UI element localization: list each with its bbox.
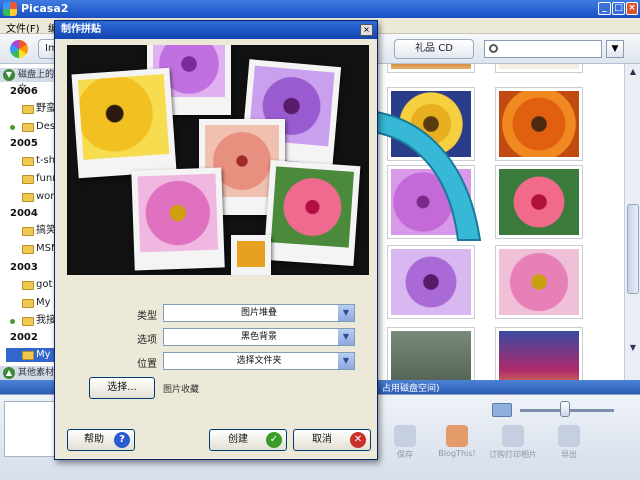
location-select[interactable]: 选择文件夹 ▼: [163, 352, 355, 370]
close-window-button[interactable]: ×: [626, 2, 638, 15]
folder-icon: [22, 281, 34, 290]
window-title: Picasa2: [21, 2, 69, 15]
folder-icon: [22, 227, 34, 236]
collage-photo: [71, 67, 177, 179]
choose-button[interactable]: 选择...: [89, 377, 155, 399]
picasa-window: Picasa2 _ □ × 文件(F) 编 Im 礼品 CD ▼ ▼ 磁盘上的文…: [0, 0, 640, 480]
scroll-thumb[interactable]: [627, 204, 639, 294]
dialog-title: 制作拼贴: [55, 21, 377, 39]
order-prints-button[interactable]: 订购打印相片: [488, 425, 538, 471]
option-select[interactable]: 黑色背景 ▼: [163, 328, 355, 346]
help-icon: ?: [114, 432, 130, 448]
year-2006: 2006: [10, 86, 38, 97]
export-icon: [558, 425, 580, 447]
collage-preview: [67, 45, 369, 275]
dialog-close-button[interactable]: ×: [360, 24, 373, 36]
chevron-down-icon: ▼: [338, 353, 354, 369]
zoom-slider-knob[interactable]: [560, 401, 570, 417]
menu-file[interactable]: 文件(F): [6, 20, 40, 35]
blogthis-button[interactable]: BlogThis!: [432, 425, 482, 471]
print-icon: [502, 425, 524, 447]
collection-path: 图片收藏: [163, 385, 200, 395]
collage-photo: [231, 235, 271, 275]
folder-item-selected[interactable]: My F: [6, 348, 59, 362]
check-icon: ✓: [266, 432, 282, 448]
title-bar: Picasa2 _ □ ×: [0, 0, 640, 18]
photo-thumbnail[interactable]: [496, 328, 582, 380]
picasa-logo-icon: [3, 2, 17, 16]
picasa-colorwheel-icon[interactable]: [10, 40, 28, 58]
folder-panel: ▼ 磁盘上的文 2006 野蛮 Desk 2005 t-shi funn wor…: [0, 64, 60, 380]
chevron-down-icon: ▼: [338, 329, 354, 345]
collage-photo: [131, 167, 225, 271]
photo-thumbnail[interactable]: [388, 328, 474, 380]
vertical-scrollbar[interactable]: ▲ ▼: [624, 64, 640, 380]
folder-icon: [22, 157, 34, 166]
folder-icon: [22, 317, 34, 326]
photo-thumbnail[interactable]: [388, 246, 474, 318]
gift-cd-button[interactable]: 礼品 CD: [394, 39, 474, 59]
location-label: 位置: [137, 359, 157, 370]
folder-icon: [22, 351, 34, 360]
year-2005: 2005: [10, 138, 38, 149]
cancel-icon: ✕: [350, 432, 366, 448]
folder-icon: [22, 245, 34, 254]
year-2002: 2002: [10, 332, 38, 343]
zoom-icon: [492, 403, 512, 417]
folder-icon: [22, 123, 34, 132]
scroll-down-icon[interactable]: ▼: [627, 342, 639, 354]
option-label: 选项: [137, 335, 157, 346]
export-button[interactable]: 导出: [544, 425, 594, 471]
chevron-down-icon: ▼: [338, 305, 354, 321]
search-input[interactable]: [484, 40, 602, 58]
other-materials-header[interactable]: ▲ 其他素材: [0, 366, 59, 380]
blogger-icon: [446, 425, 468, 447]
collage-dialog: 制作拼贴 × 类型 图片堆叠 ▼ 选项 黑色背景 ▼ 位置 选择文件夹 ▼ 选择…: [54, 20, 378, 460]
folder-icon: [22, 105, 34, 114]
save-icon: [394, 425, 416, 447]
photo-thumbnail[interactable]: [496, 166, 582, 238]
photo-thumbnail[interactable]: [496, 246, 582, 318]
folder-icon: [22, 299, 34, 308]
search-icon: [489, 44, 498, 53]
year-2004: 2004: [10, 208, 38, 219]
type-select[interactable]: 图片堆叠 ▼: [163, 304, 355, 322]
search-dropdown-button[interactable]: ▼: [606, 40, 624, 58]
status-text: 占用磁盘空间): [382, 384, 440, 394]
new-dot-icon: [10, 319, 15, 324]
help-button[interactable]: 帮助 ?: [67, 429, 135, 451]
folders-on-disk-header[interactable]: ▼ 磁盘上的文: [0, 68, 59, 94]
photo-thumbnail[interactable]: [388, 64, 474, 72]
photo-thumbnail[interactable]: [496, 88, 582, 160]
collage-photo: [263, 159, 361, 267]
cancel-button[interactable]: 取消 ✕: [293, 429, 371, 451]
folder-icon: [22, 193, 34, 202]
create-button[interactable]: 创建 ✓: [209, 429, 287, 451]
year-2003: 2003: [10, 262, 38, 273]
new-dot-icon: [10, 125, 15, 130]
minimize-button[interactable]: _: [598, 2, 611, 15]
collapse-icon: ▲: [3, 367, 15, 379]
collapse-icon: ▼: [3, 69, 15, 81]
folder-icon: [22, 175, 34, 184]
photo-thumbnail[interactable]: [496, 64, 582, 72]
scroll-up-icon[interactable]: ▲: [627, 66, 639, 78]
save-button[interactable]: 保存: [380, 425, 430, 471]
maximize-button[interactable]: □: [612, 2, 625, 15]
type-label: 类型: [137, 311, 157, 322]
